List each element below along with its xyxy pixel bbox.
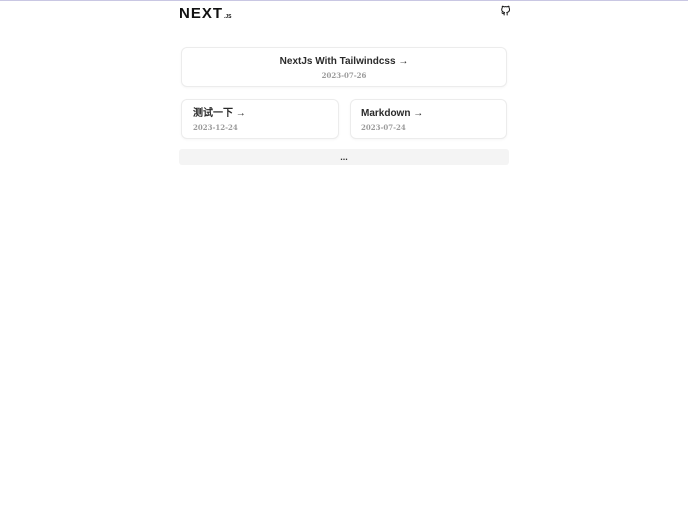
nextjs-logo[interactable]: NEXT .JS <box>179 5 232 21</box>
post-date: 2023-12-24 <box>193 123 238 132</box>
post-card-nextjs-tailwindcss[interactable]: NextJs With Tailwindcss → 2023-07-26 <box>181 47 507 87</box>
logo-suffix: .JS <box>224 14 232 20</box>
post-title-text: Markdown <box>361 108 411 119</box>
post-card-markdown[interactable]: Markdown → 2023-07-24 <box>350 99 507 139</box>
post-date: 2023-07-26 <box>321 71 367 80</box>
logo-wordmark: NEXT <box>179 5 224 22</box>
github-icon[interactable] <box>500 5 511 16</box>
load-more-button[interactable]: ... <box>179 149 509 165</box>
post-card-test[interactable]: 测试一下 → 2023-12-24 <box>181 99 339 139</box>
post-title: 测试一下 → <box>193 108 338 120</box>
arrow-right-icon: → <box>398 56 409 67</box>
top-accent-line <box>0 0 688 1</box>
post-date: 2023-07-24 <box>361 123 406 132</box>
post-title-text: NextJs With Tailwindcss <box>279 56 396 67</box>
post-title: NextJs With Tailwindcss → <box>182 56 506 68</box>
arrow-right-icon: → <box>235 108 246 119</box>
post-title-text: 测试一下 <box>193 108 233 119</box>
arrow-right-icon: → <box>413 108 424 119</box>
site-header: NEXT .JS <box>179 5 511 21</box>
post-title: Markdown → <box>361 108 506 120</box>
